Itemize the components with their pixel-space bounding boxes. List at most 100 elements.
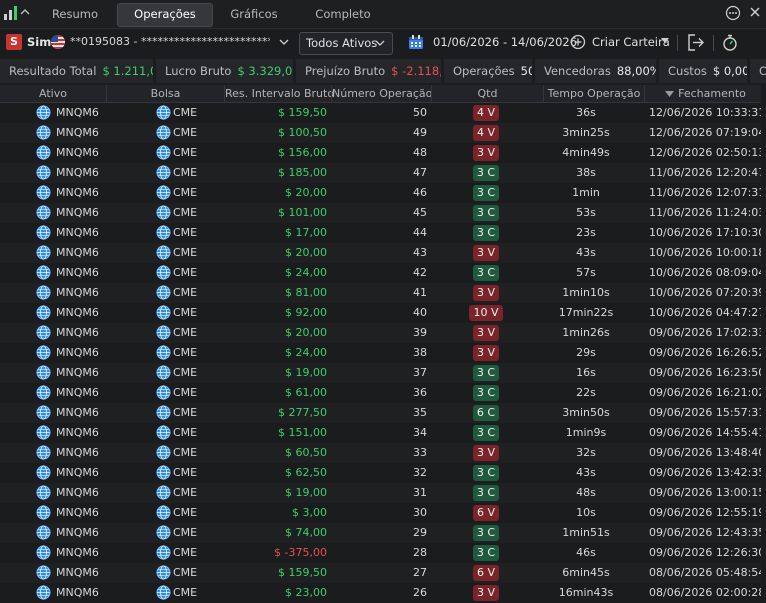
cell-tempo-operacao: 4min49s	[562, 146, 610, 159]
cell-qtd: 3 V	[463, 583, 509, 603]
table-row[interactable]: MNQM6 CME $ 61,00 36 3 C 22s 09/06/2026 16:21:…	[0, 383, 766, 403]
cell-resultado: $ 20,00	[285, 186, 327, 199]
table-row[interactable]: MNQM6 CME $ 24,00 42 3 C 57s 10/06/2026 08:09:…	[0, 263, 766, 283]
cell-numero-operacao: 28	[413, 546, 427, 559]
table-row[interactable]: MNQM6 CME $ 159,50 50 4 V 36s 12/06/2026 10:33…	[0, 103, 766, 123]
caret-down-icon[interactable]	[661, 38, 669, 44]
globe-icon	[156, 125, 171, 140]
stat-vencedoras: Vencedoras 88,00%	[535, 59, 656, 83]
table-row[interactable]: MNQM6 CME $ 101,00 45 3 C 53s 11/06/2026 11:24…	[0, 203, 766, 223]
table-row[interactable]: MNQM6 CME $ 156,00 48 3 V 4min49s 12/06/2026 0…	[0, 143, 766, 163]
cell-bolsa: CME	[173, 466, 198, 479]
tab-operacoes[interactable]: Operações	[117, 3, 213, 27]
date-range[interactable]: 01/06/2026 - 14/06/2026	[433, 35, 577, 49]
table-row[interactable]: MNQM6 CME $ 62,50 32 3 C 43s 09/06/2026 13:42:…	[0, 463, 766, 483]
asset-filter-select[interactable]: Todos Ativos	[299, 32, 393, 55]
account-selector[interactable]: **0195083 - ************************...	[70, 35, 270, 48]
cell-qtd: 3 C	[463, 223, 509, 243]
cell-tempo-operacao: 53s	[576, 206, 596, 219]
cell-numero-operacao: 29	[413, 526, 427, 539]
qtd-badge: 3 C	[472, 185, 500, 201]
cell-numero-operacao: 39	[413, 326, 427, 339]
create-wallet-button[interactable]: Criar Carteira	[592, 35, 670, 49]
column-header-bolsa[interactable]: Bolsa	[106, 85, 224, 102]
cell-numero-operacao: 27	[413, 566, 427, 579]
cell-bolsa: CME	[173, 306, 198, 319]
tab-resumo[interactable]: Resumo	[38, 3, 112, 25]
cell-numero-operacao: 50	[413, 106, 427, 119]
table-row[interactable]: MNQM6 CME $ 20,00 46 3 C 1min 11/06/2026 12:07…	[0, 183, 766, 203]
table-row[interactable]: MNQM6 CME $ 185,00 47 3 C 38s 11/06/2026 12:20…	[0, 163, 766, 183]
cell-ativo: MNQM6	[56, 486, 99, 499]
cell-numero-operacao: 26	[413, 586, 427, 599]
table-row[interactable]: MNQM6 CME $ 17,00 44 3 C 23s 10/06/2026 17:10:…	[0, 223, 766, 243]
stat-lucro-bruto: Lucro Bruto $ 3.329,00	[156, 59, 293, 83]
cell-tempo-operacao: 36s	[576, 106, 596, 119]
cell-bolsa: CME	[173, 126, 198, 139]
cell-qtd: 3 C	[463, 363, 509, 383]
cell-ativo: MNQM6	[56, 126, 99, 139]
globe-icon	[36, 485, 51, 500]
globe-icon	[156, 245, 171, 260]
column-header-resultado[interactable]: Res. Intervalo Bruto	[224, 85, 334, 102]
globe-icon	[36, 185, 51, 200]
cell-numero-operacao: 43	[413, 246, 427, 259]
cell-fechamento: 09/06/2026 15:57:31	[649, 406, 766, 419]
table-row[interactable]: MNQM6 CME $ 100,50 49 4 V 3min25s 12/06/2026 0…	[0, 123, 766, 143]
table-row[interactable]: MNQM6 CME $ 159,50 27 6 V 6min45s 08/06/2026 0…	[0, 563, 766, 583]
tab-completo[interactable]: Completo	[300, 3, 386, 25]
qtd-badge: 3 C	[472, 525, 500, 541]
cell-ativo: MNQM6	[56, 286, 99, 299]
export-icon[interactable]	[687, 34, 705, 51]
stat-value: 50	[520, 64, 532, 78]
stat-prejuizo-bruto: Prejuízo Bruto $ -2.118,00	[296, 59, 441, 83]
stat-label: Vencedoras	[544, 64, 611, 78]
tab-graficos[interactable]: Gráficos	[216, 3, 292, 25]
chevron-down-icon[interactable]	[279, 38, 289, 46]
table-row[interactable]: MNQM6 CME $ 60,50 33 3 V 32s 09/06/2026 13:48:…	[0, 443, 766, 463]
table-row[interactable]: MNQM6 CME $ -375,00 28 3 C 46s 09/06/2026 12:2…	[0, 543, 766, 563]
cell-tempo-operacao: 3min25s	[562, 126, 610, 139]
column-header-qtd[interactable]: Qtd	[431, 85, 543, 102]
cell-ativo: MNQM6	[56, 166, 99, 179]
calendar-icon[interactable]	[408, 34, 424, 50]
cell-bolsa: CME	[173, 566, 198, 579]
globe-icon	[36, 385, 51, 400]
cell-tempo-operacao: 1min10s	[562, 286, 610, 299]
globe-icon	[36, 305, 51, 320]
globe-icon	[156, 165, 171, 180]
column-header-tempo[interactable]: Tempo Operação	[543, 85, 644, 102]
chevron-up-icon[interactable]	[19, 6, 31, 18]
globe-icon	[36, 325, 51, 340]
stopwatch-icon[interactable]	[722, 34, 738, 51]
table-row[interactable]: MNQM6 CME $ 23,00 26 3 V 16min43s 08/06/2026 0…	[0, 583, 766, 603]
column-header-ativo[interactable]: Ativo	[0, 85, 106, 102]
cell-bolsa: CME	[173, 446, 198, 459]
cell-fechamento: 09/06/2026 16:23:50	[649, 366, 766, 379]
globe-icon	[156, 105, 171, 120]
table-row[interactable]: MNQM6 CME $ 92,00 40 10 V 17min22s 10/06/2026 …	[0, 303, 766, 323]
table-row[interactable]: MNQM6 CME $ 20,00 43 3 V 43s 10/06/2026 10:00:…	[0, 243, 766, 263]
table-row[interactable]: MNQM6 CME $ 277,50 35 6 C 3min50s 09/06/2026 1…	[0, 403, 766, 423]
table-row[interactable]: MNQM6 CME $ 19,00 37 3 C 16s 09/06/2026 16:23:…	[0, 363, 766, 383]
column-header-fechamento[interactable]: Fechamento	[644, 85, 766, 102]
column-header-numero[interactable]: Número Operação	[331, 85, 432, 102]
table-row[interactable]: MNQM6 CME $ 74,00 29 3 C 1min51s 09/06/2026 12…	[0, 523, 766, 543]
cell-resultado: $ 61,00	[285, 386, 327, 399]
add-wallet-icon[interactable]	[570, 34, 586, 50]
cell-numero-operacao: 31	[413, 486, 427, 499]
scrollbar[interactable]	[761, 85, 766, 601]
table-row[interactable]: MNQM6 CME $ 81,00 41 3 V 1min10s 10/06/2026 07…	[0, 283, 766, 303]
chart-bars-icon[interactable]	[3, 5, 19, 21]
more-options-icon[interactable]	[725, 5, 741, 21]
globe-icon	[36, 585, 51, 600]
table-row[interactable]: MNQM6 CME $ 3,00 30 6 V 10s 09/06/2026 12:55:1…	[0, 503, 766, 523]
globe-icon	[36, 285, 51, 300]
table-row[interactable]: MNQM6 CME $ 24,00 38 3 V 29s 09/06/2026 16:26:…	[0, 343, 766, 363]
cell-fechamento: 10/06/2026 07:20:39	[649, 286, 766, 299]
close-icon[interactable]	[749, 6, 761, 18]
cell-qtd: 3 C	[463, 263, 509, 283]
table-row[interactable]: MNQM6 CME $ 20,00 39 3 V 1min26s 09/06/2026 17…	[0, 323, 766, 343]
table-row[interactable]: MNQM6 CME $ 151,00 34 3 C 1min9s 09/06/2026 14…	[0, 423, 766, 443]
table-row[interactable]: MNQM6 CME $ 19,00 31 3 C 48s 09/06/2026 13:00:…	[0, 483, 766, 503]
